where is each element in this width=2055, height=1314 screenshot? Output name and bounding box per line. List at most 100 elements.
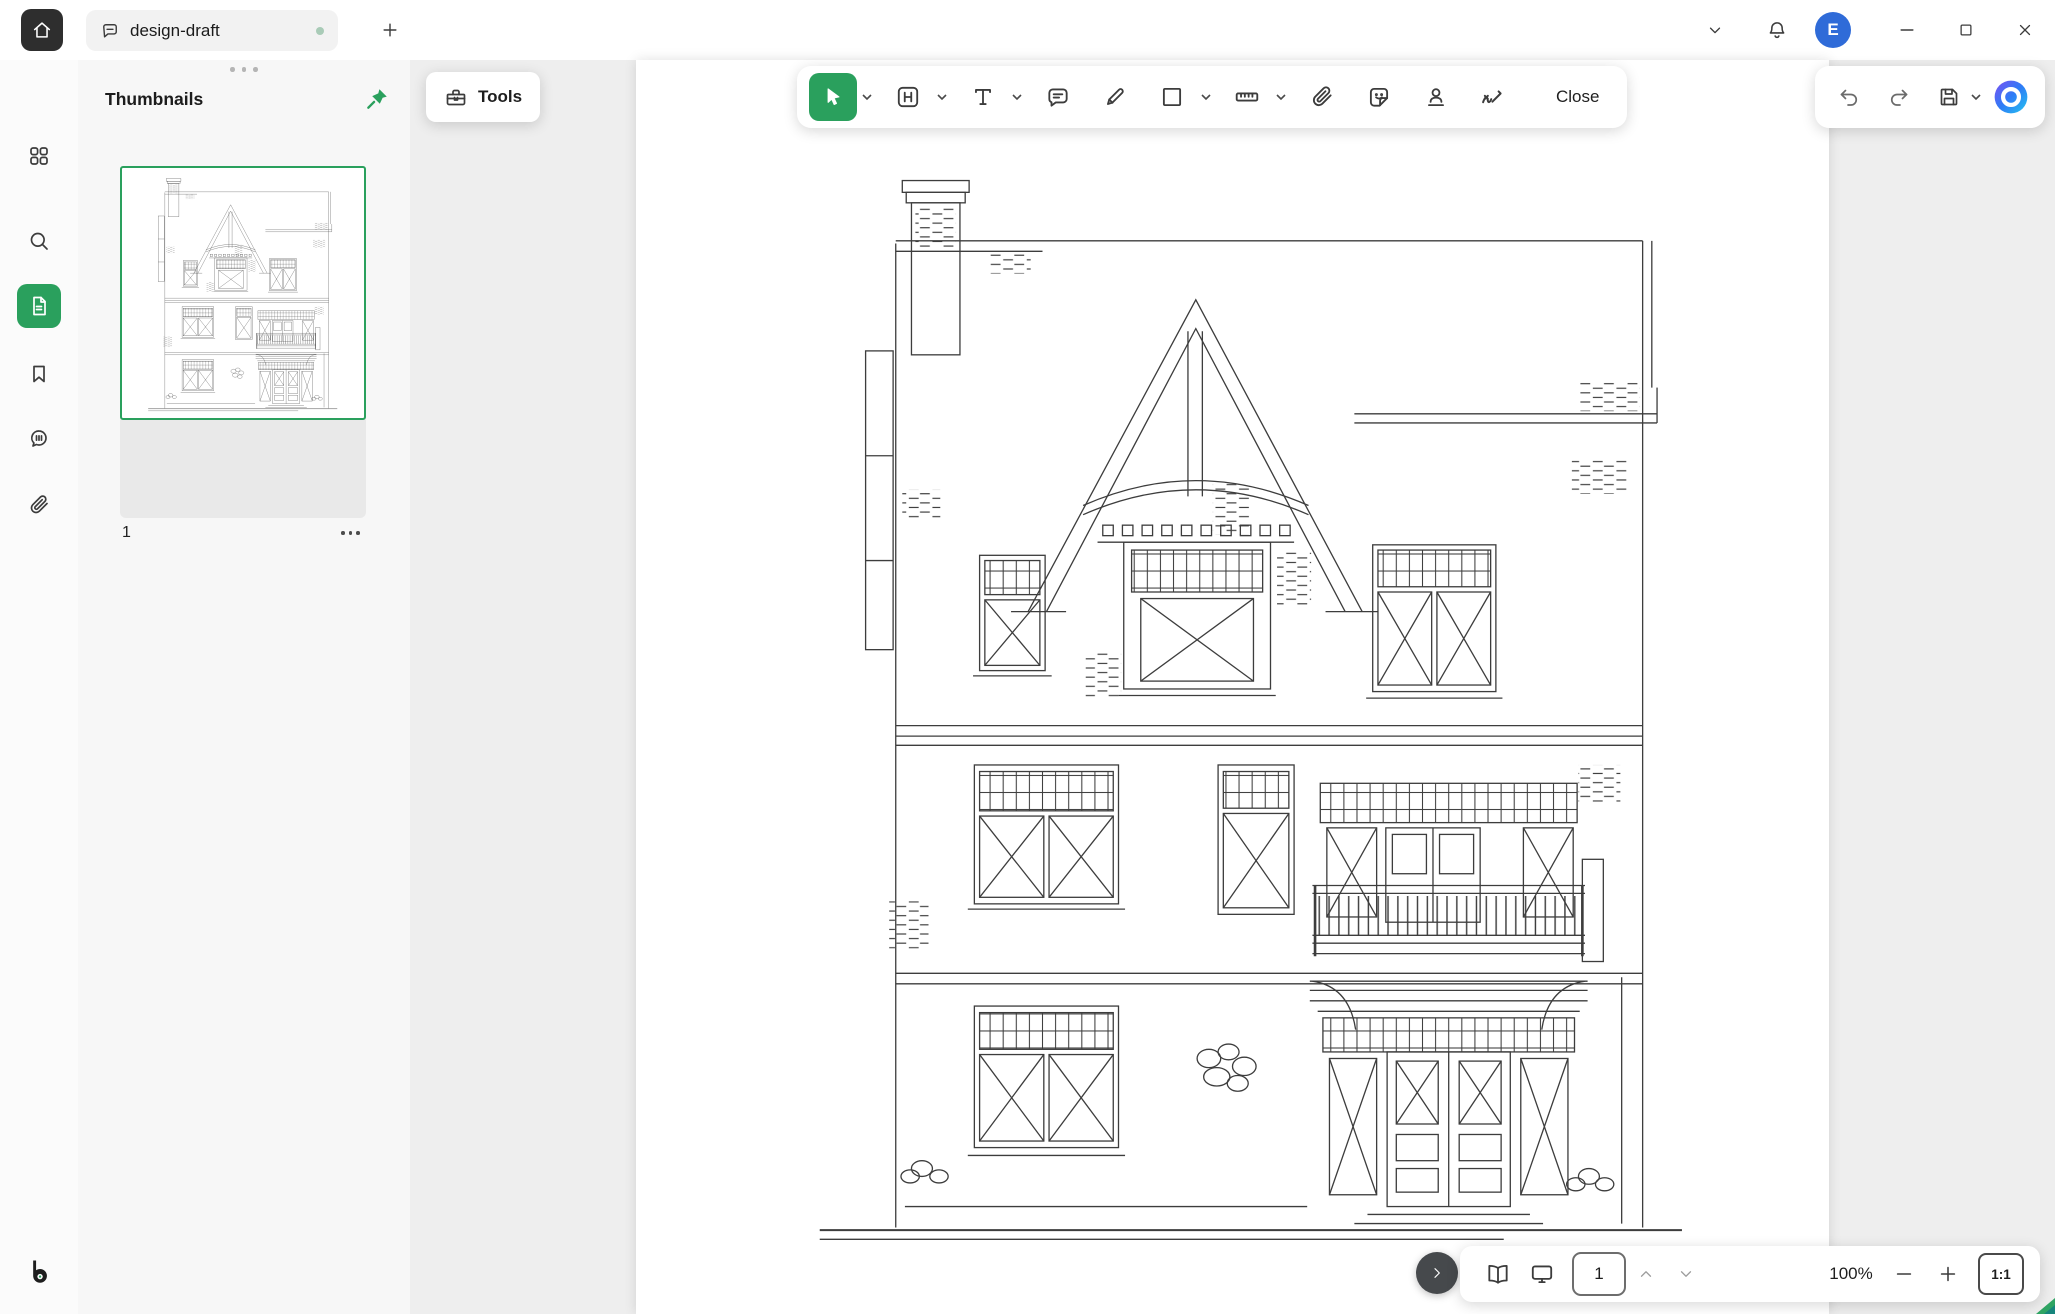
search-icon [30, 232, 48, 250]
shape-square-icon [1162, 87, 1182, 107]
apps-grid-icon [30, 147, 48, 165]
pen-icon [1107, 88, 1124, 105]
frame-tool[interactable] [884, 73, 932, 121]
document-tab[interactable]: design-draft [86, 10, 338, 51]
reading-view-button[interactable] [1476, 1252, 1520, 1296]
save-icon [1940, 88, 1958, 106]
shape-tool[interactable] [1148, 73, 1196, 121]
close-icon [2019, 24, 2031, 36]
thumbnail-house-art [147, 178, 338, 412]
expand-controls-button[interactable] [1416, 1252, 1458, 1294]
home-button[interactable] [21, 9, 63, 51]
frame-tool-dropdown[interactable] [934, 73, 950, 121]
save-button[interactable] [1927, 73, 1971, 121]
annotation-bubble-icon [103, 23, 117, 38]
minus-icon [1896, 1273, 1912, 1275]
paperclip-icon [30, 495, 48, 514]
notifications-button[interactable] [1753, 6, 1801, 54]
house-elevation-drawing [818, 179, 1684, 1241]
page-number-input[interactable] [1574, 1263, 1624, 1285]
zoom-in-button[interactable] [1926, 1252, 1970, 1296]
zoom-out-button[interactable] [1882, 1252, 1926, 1296]
select-tool[interactable] [809, 73, 857, 121]
chevron-down-icon [1680, 1271, 1692, 1277]
bookmark-icon [33, 365, 45, 383]
chevron-down-icon [1709, 27, 1721, 34]
toolbox-icon [446, 89, 466, 106]
text-tool-dropdown[interactable] [1009, 73, 1025, 121]
actual-size-button[interactable]: 1:1 [1978, 1253, 2024, 1295]
chevron-up-icon [1640, 1271, 1652, 1277]
document-page[interactable] [636, 60, 1829, 1314]
comment-tool[interactable] [1034, 73, 1082, 121]
sidebar-item-comments[interactable] [17, 417, 61, 461]
maximize-icon [1960, 24, 1972, 36]
select-cursor-icon [827, 88, 840, 106]
zoom-level-label: 100% [1829, 1264, 1873, 1283]
sidebar-item-attachments[interactable] [17, 483, 61, 527]
signature-tool[interactable] [1469, 73, 1517, 121]
tab-label: design-draft [130, 20, 220, 40]
next-page-button[interactable] [1666, 1252, 1706, 1296]
redo-icon [1890, 89, 1908, 106]
chevron-down-icon [862, 94, 872, 101]
comment-icon [1048, 88, 1068, 107]
undo-button[interactable] [1827, 73, 1871, 121]
shape-tool-dropdown[interactable] [1198, 73, 1214, 121]
drawboard-logo-icon [33, 1260, 47, 1283]
page-thumbnail-image[interactable] [120, 166, 366, 420]
close-toolbar-button[interactable]: Close [1540, 77, 1615, 117]
select-tool-dropdown[interactable] [859, 73, 875, 121]
copilot-icon [1994, 80, 2028, 114]
page-number-box [1572, 1252, 1626, 1296]
redo-button[interactable] [1877, 73, 1921, 121]
tools-button[interactable]: Tools [426, 72, 541, 122]
bell-icon [1769, 22, 1785, 39]
close-label: Close [1556, 87, 1600, 106]
minimize-button[interactable] [1883, 6, 1931, 54]
undo-icon [1840, 89, 1858, 106]
stamp-tool[interactable] [1412, 73, 1460, 121]
chevron-down-icon [1012, 94, 1022, 101]
signature-icon [1482, 90, 1502, 104]
comments-icon [30, 430, 47, 447]
document-icon [33, 296, 46, 316]
unsaved-dot [316, 26, 324, 35]
presentation-button[interactable] [1520, 1252, 1564, 1296]
chevron-down-icon [937, 94, 947, 101]
drawboard-logo[interactable] [17, 1249, 61, 1293]
sidebar-item-bookmarks[interactable] [17, 352, 61, 396]
copilot-button[interactable] [1989, 73, 2033, 121]
measure-tool[interactable] [1223, 73, 1271, 121]
chevron-down-icon [1276, 94, 1286, 101]
thumbnail-placeholder [120, 420, 366, 518]
frame-h-icon [897, 86, 919, 108]
page-menu-button[interactable] [335, 525, 366, 541]
new-tab-button[interactable] [372, 12, 408, 48]
text-tool[interactable] [959, 73, 1007, 121]
screen-icon [1531, 1265, 1553, 1284]
sidebar-item-documents[interactable] [17, 284, 61, 328]
pen-tool[interactable] [1091, 73, 1139, 121]
paperclip-icon [1312, 86, 1332, 107]
close-window-button[interactable] [2001, 6, 2049, 54]
save-dropdown[interactable] [1969, 73, 1983, 121]
measure-tool-dropdown[interactable] [1273, 73, 1289, 121]
sticker-tool[interactable] [1355, 73, 1403, 121]
panel-drag-handle[interactable] [78, 67, 410, 72]
chevron-right-icon [1434, 1268, 1440, 1278]
maximize-button[interactable] [1942, 6, 1990, 54]
pin-thumbnails-button[interactable] [364, 86, 390, 112]
book-open-icon [1488, 1264, 1508, 1284]
sidebar-item-apps[interactable] [17, 134, 61, 178]
page-thumbnail[interactable] [120, 166, 366, 518]
view-controls-bar: 100% 1:1 [1460, 1246, 2040, 1302]
side-rail [0, 60, 79, 1314]
plus-icon [383, 23, 397, 37]
attachment-tool[interactable] [1298, 73, 1346, 121]
sidebar-item-search[interactable] [17, 219, 61, 263]
previous-page-button[interactable] [1626, 1252, 1666, 1296]
chevron-down-icon [1971, 94, 1981, 101]
titlebar-menu-chevron[interactable] [1691, 6, 1739, 54]
account-avatar[interactable]: E [1815, 12, 1851, 48]
